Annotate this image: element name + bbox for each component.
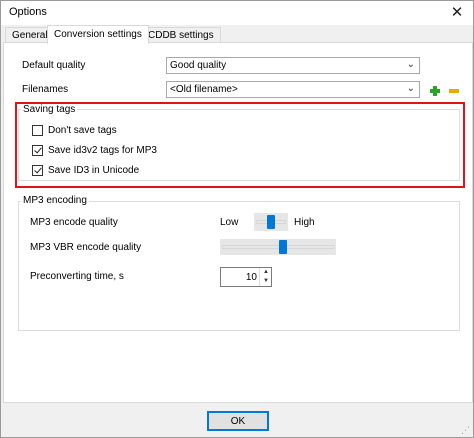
vbr-quality-slider[interactable] — [220, 239, 336, 255]
preconverting-time-label: Preconverting time, s — [30, 271, 124, 282]
window-title: Options — [9, 6, 47, 18]
filenames-label: Filenames — [22, 84, 69, 95]
default-quality-value: Good quality — [170, 60, 227, 71]
checkmark-icon — [34, 145, 42, 154]
tab-conversion-settings[interactable]: Conversion settings — [47, 25, 149, 44]
save-id3-unicode-checkbox[interactable] — [32, 165, 43, 176]
stepper-arrows: ▲ ▼ — [259, 268, 271, 286]
filenames-select[interactable]: <Old filename> ⌄ — [166, 81, 420, 98]
checkmark-icon — [34, 165, 42, 174]
mp3-vbr-quality-label: MP3 VBR encode quality — [30, 242, 142, 253]
dont-save-tags-label: Don't save tags — [48, 125, 117, 136]
title-bar: Options ✕ — [1, 1, 473, 25]
default-quality-label: Default quality — [22, 60, 86, 71]
saving-tags-title: Saving tags — [21, 104, 78, 115]
high-label: High — [294, 217, 315, 228]
save-id3-unicode-label: Save ID3 in Unicode — [48, 165, 140, 176]
tab-strip: General Conversion settings CDDB setting… — [3, 25, 473, 44]
chevron-up-icon[interactable]: ▲ — [260, 268, 272, 277]
encode-quality-slider[interactable] — [254, 213, 288, 231]
save-id3v2-label: Save id3v2 tags for MP3 — [48, 145, 157, 156]
close-icon: ✕ — [450, 4, 464, 21]
chevron-down-icon: ⌄ — [406, 59, 415, 70]
vbr-quality-thumb[interactable] — [279, 240, 287, 254]
options-window: Options ✕ General Conversion settings CD… — [0, 0, 474, 438]
chevron-down-icon: ⌄ — [406, 83, 415, 94]
default-quality-select[interactable]: Good quality ⌄ — [166, 57, 420, 74]
slider-track — [222, 245, 334, 249]
minus-icon[interactable] — [449, 89, 459, 93]
mp3-encode-quality-label: MP3 encode quality — [30, 217, 118, 228]
chevron-down-icon[interactable]: ▼ — [260, 277, 272, 286]
tab-cddb-settings[interactable]: CDDB settings — [141, 27, 221, 43]
close-button[interactable]: ✕ — [445, 2, 469, 22]
preconverting-time-stepper[interactable]: 10 ▲ ▼ — [220, 267, 272, 287]
save-id3v2-checkbox[interactable] — [32, 145, 43, 156]
conversion-settings-panel: Default quality Good quality ⌄ Filenames… — [3, 42, 473, 403]
mp3-encoding-title: MP3 encoding — [21, 195, 89, 206]
low-label: Low — [220, 217, 239, 228]
preconverting-time-value: 10 — [245, 272, 257, 283]
filenames-value: <Old filename> — [170, 84, 238, 95]
ok-button-label: OK — [230, 415, 246, 427]
ok-button[interactable]: OK — [207, 411, 269, 431]
dont-save-tags-checkbox[interactable] — [32, 125, 43, 136]
encode-quality-thumb[interactable] — [267, 215, 275, 229]
resize-grip-icon[interactable]: ⋰ — [461, 425, 471, 435]
plus-icon[interactable] — [430, 86, 440, 96]
